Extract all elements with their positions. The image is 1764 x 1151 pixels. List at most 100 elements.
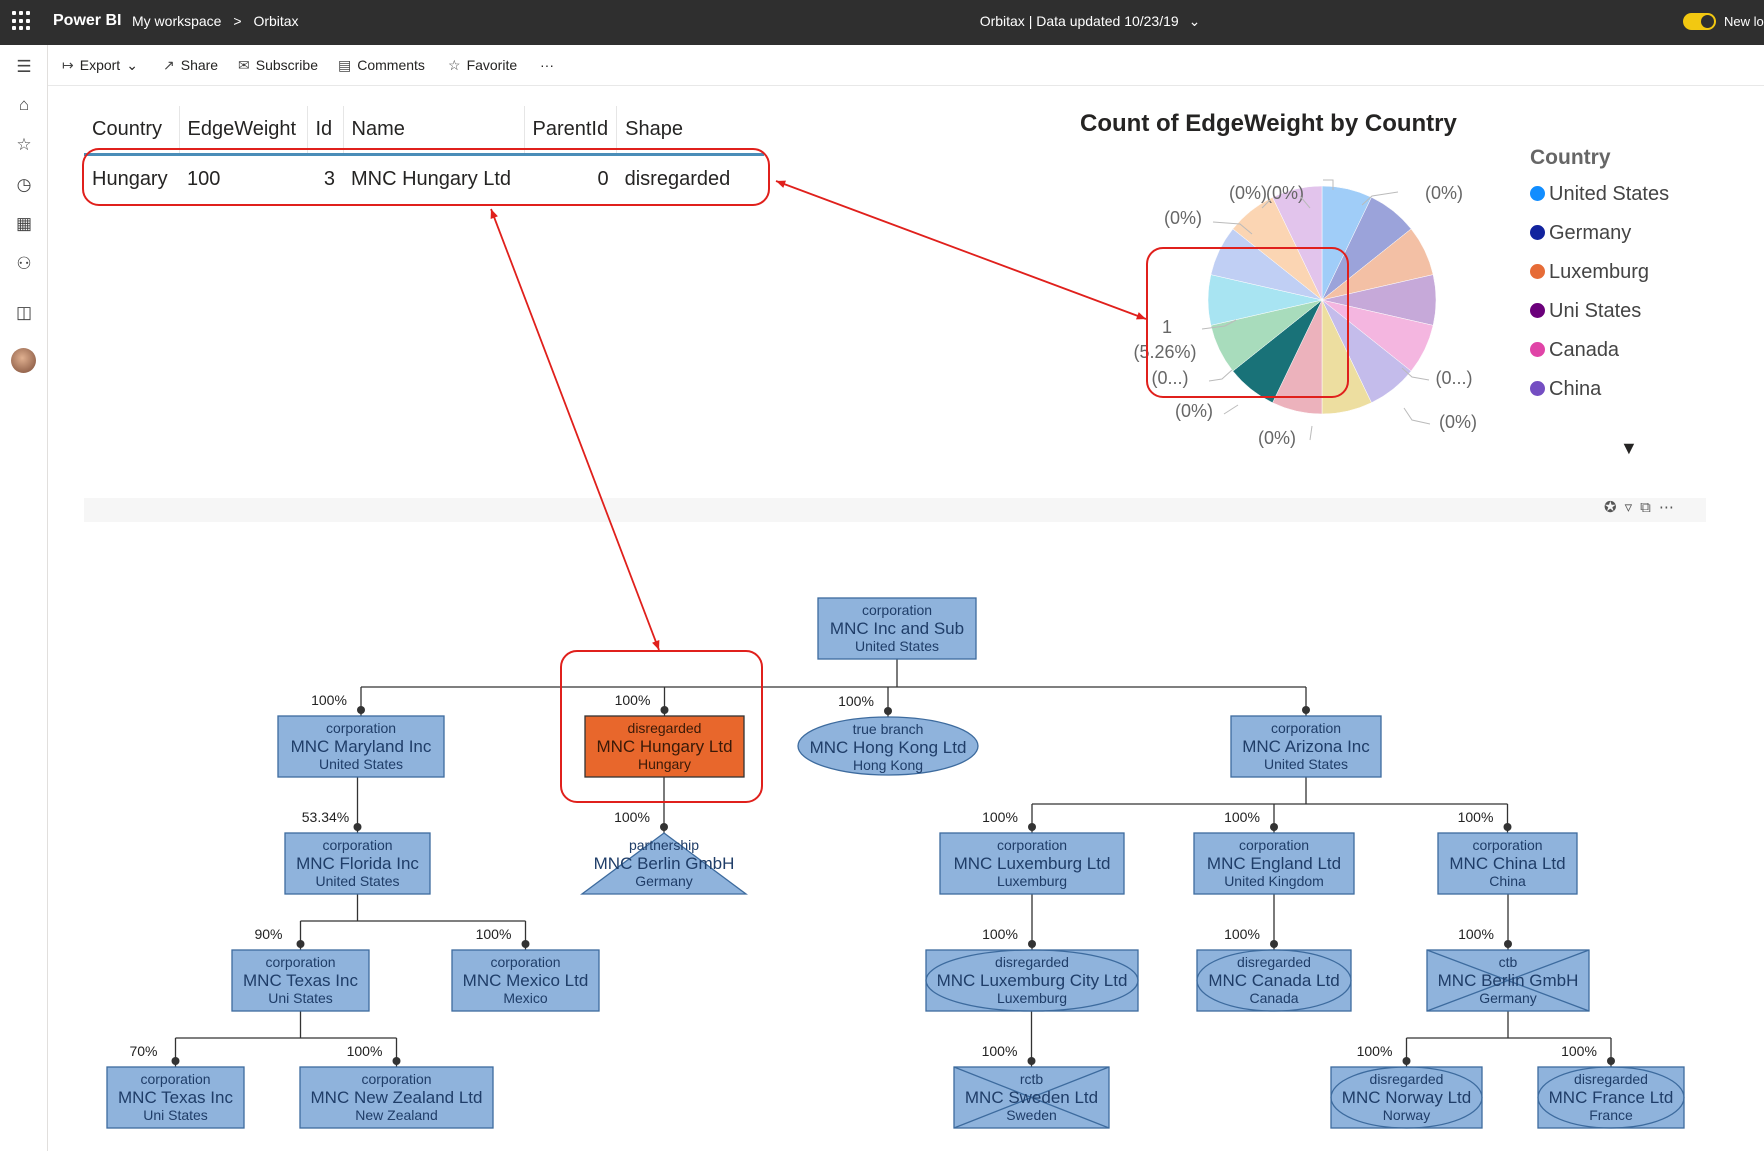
node-type: disregarded [1237, 954, 1311, 970]
org-node[interactable]: corporationMNC Florida IncUnited States [284, 832, 431, 895]
connector-dot [660, 706, 669, 714]
pie-chart[interactable] [1207, 185, 1437, 415]
node-country: Germany [635, 873, 693, 889]
node-country: Norway [1383, 1107, 1430, 1123]
arrow-head [776, 180, 786, 188]
org-node[interactable]: disregardedMNC France LtdFrance [1537, 1066, 1685, 1129]
node-country: Hong Kong [853, 757, 923, 773]
connector-dot [660, 823, 668, 831]
connector-dot [1504, 940, 1512, 948]
node-type: corporation [140, 1071, 210, 1087]
org-node[interactable]: disregardedMNC Luxemburg City LtdLuxembu… [925, 949, 1139, 1012]
node-type: corporation [326, 720, 396, 736]
arrow-head [652, 640, 660, 650]
node-name: MNC Arizona Inc [1242, 737, 1370, 756]
ownership-label: 100% [476, 926, 512, 942]
org-node[interactable]: corporationMNC China LtdChina [1437, 832, 1578, 895]
org-node[interactable]: corporationMNC Luxemburg LtdLuxemburg [939, 832, 1125, 895]
node-name: MNC Inc and Sub [830, 619, 964, 638]
pie-data-label: (0%) [1266, 183, 1304, 203]
node-type: corporation [862, 602, 932, 618]
pie-data-label: (5.26%) [1133, 342, 1196, 362]
org-node[interactable]: partnershipMNC Berlin GmbHGermany [580, 832, 748, 895]
node-name: MNC Texas Inc [118, 1088, 233, 1107]
connector-dot [357, 706, 365, 714]
node-name: MNC Canada Ltd [1208, 971, 1339, 990]
org-node[interactable]: disregardedMNC Norway LtdNorway [1330, 1066, 1483, 1129]
arrow-head [1136, 312, 1146, 320]
ownership-label: 100% [1561, 1043, 1597, 1059]
pie-data-label: 1 [1162, 317, 1172, 337]
node-type: disregarded [1370, 1071, 1444, 1087]
node-country: Uni States [268, 990, 333, 1006]
connector-dot [1028, 823, 1036, 831]
ownership-label: 70% [129, 1043, 157, 1059]
connector-dot [1402, 1057, 1411, 1065]
node-country: United States [855, 638, 939, 654]
node-name: MNC Sweden Ltd [965, 1088, 1098, 1107]
ownership-label: 100% [1224, 809, 1260, 825]
node-country: Mexico [503, 990, 548, 1006]
connector-dot [1302, 706, 1310, 714]
node-name: MNC France Ltd [1549, 1088, 1674, 1107]
pie-data-label: (0%) [1258, 428, 1296, 448]
connector-dot [1607, 1057, 1615, 1065]
ownership-label: 100% [982, 926, 1018, 942]
org-node[interactable]: corporationMNC Mexico LtdMexico [451, 949, 600, 1012]
pie-leader-line [1403, 407, 1431, 425]
arrow-head [490, 209, 498, 219]
org-node[interactable]: corporationMNC Arizona IncUnited States [1230, 715, 1382, 778]
org-node[interactable]: rctbMNC Sweden LtdSweden [953, 1066, 1110, 1129]
pie-data-label: (0%) [1439, 412, 1477, 432]
connector-dot [392, 1057, 401, 1065]
org-chart: corporationMNC Inc and SubUnited Statesc… [106, 597, 1685, 1129]
node-type: corporation [997, 837, 1067, 853]
org-node[interactable]: disregardedMNC Canada LtdCanada [1196, 949, 1352, 1012]
node-type: disregarded [628, 720, 702, 736]
node-country: United States [319, 756, 403, 772]
pie-leader-line [1309, 425, 1313, 441]
node-name: MNC Luxemburg City Ltd [937, 971, 1128, 990]
node-type: partnership [629, 837, 699, 853]
connector-dot [1028, 940, 1036, 948]
org-node[interactable]: corporationMNC Inc and SubUnited States [817, 597, 977, 660]
ownership-label: 100% [311, 692, 347, 708]
node-name: MNC New Zealand Ltd [311, 1088, 483, 1107]
ownership-label: 100% [982, 809, 1018, 825]
node-name: MNC Berlin GmbH [1438, 971, 1579, 990]
org-node[interactable]: corporationMNC England LtdUnited Kingdom [1193, 832, 1355, 895]
org-node[interactable]: true branchMNC Hong Kong LtdHong Kong [797, 716, 979, 776]
pie-data-label: (0%) [1164, 208, 1202, 228]
ownership-label: 100% [1458, 926, 1494, 942]
node-name: MNC Florida Inc [296, 854, 419, 873]
node-country: Canada [1249, 990, 1298, 1006]
pie-leader-line [1223, 404, 1239, 415]
pie-leader-line [1208, 369, 1233, 382]
pie-data-label: (0%) [1175, 401, 1213, 421]
node-country: Hungary [638, 756, 691, 772]
link-arrow [775, 180, 1147, 320]
org-node[interactable]: corporationMNC Texas IncUni States [231, 949, 370, 1012]
node-name: MNC Texas Inc [243, 971, 358, 990]
connector-dot [353, 823, 362, 831]
annotation-highlights [82, 148, 1349, 803]
node-country: United States [1264, 756, 1348, 772]
org-node[interactable]: corporationMNC Maryland IncUnited States [277, 715, 445, 778]
link-arrow [490, 208, 660, 651]
node-type: disregarded [995, 954, 1069, 970]
org-node[interactable]: ctbMNC Berlin GmbHGermany [1426, 949, 1590, 1012]
connector-dot [1027, 1057, 1036, 1065]
connector-dot [1270, 940, 1278, 948]
ownership-label: 53.34% [302, 809, 349, 825]
ownership-label: 90% [254, 926, 282, 942]
node-type: corporation [1271, 720, 1341, 736]
connector-dot [884, 707, 892, 715]
org-node[interactable]: corporationMNC New Zealand LtdNew Zealan… [299, 1066, 494, 1129]
node-type: true branch [853, 721, 924, 737]
org-node[interactable]: disregardedMNC Hungary LtdHungary [584, 715, 745, 778]
node-name: MNC Hong Kong Ltd [810, 738, 967, 757]
pie-data-label: (0...) [1435, 368, 1472, 388]
connector-dot [521, 940, 530, 948]
node-type: corporation [490, 954, 560, 970]
org-node[interactable]: corporationMNC Texas IncUni States [106, 1066, 245, 1129]
